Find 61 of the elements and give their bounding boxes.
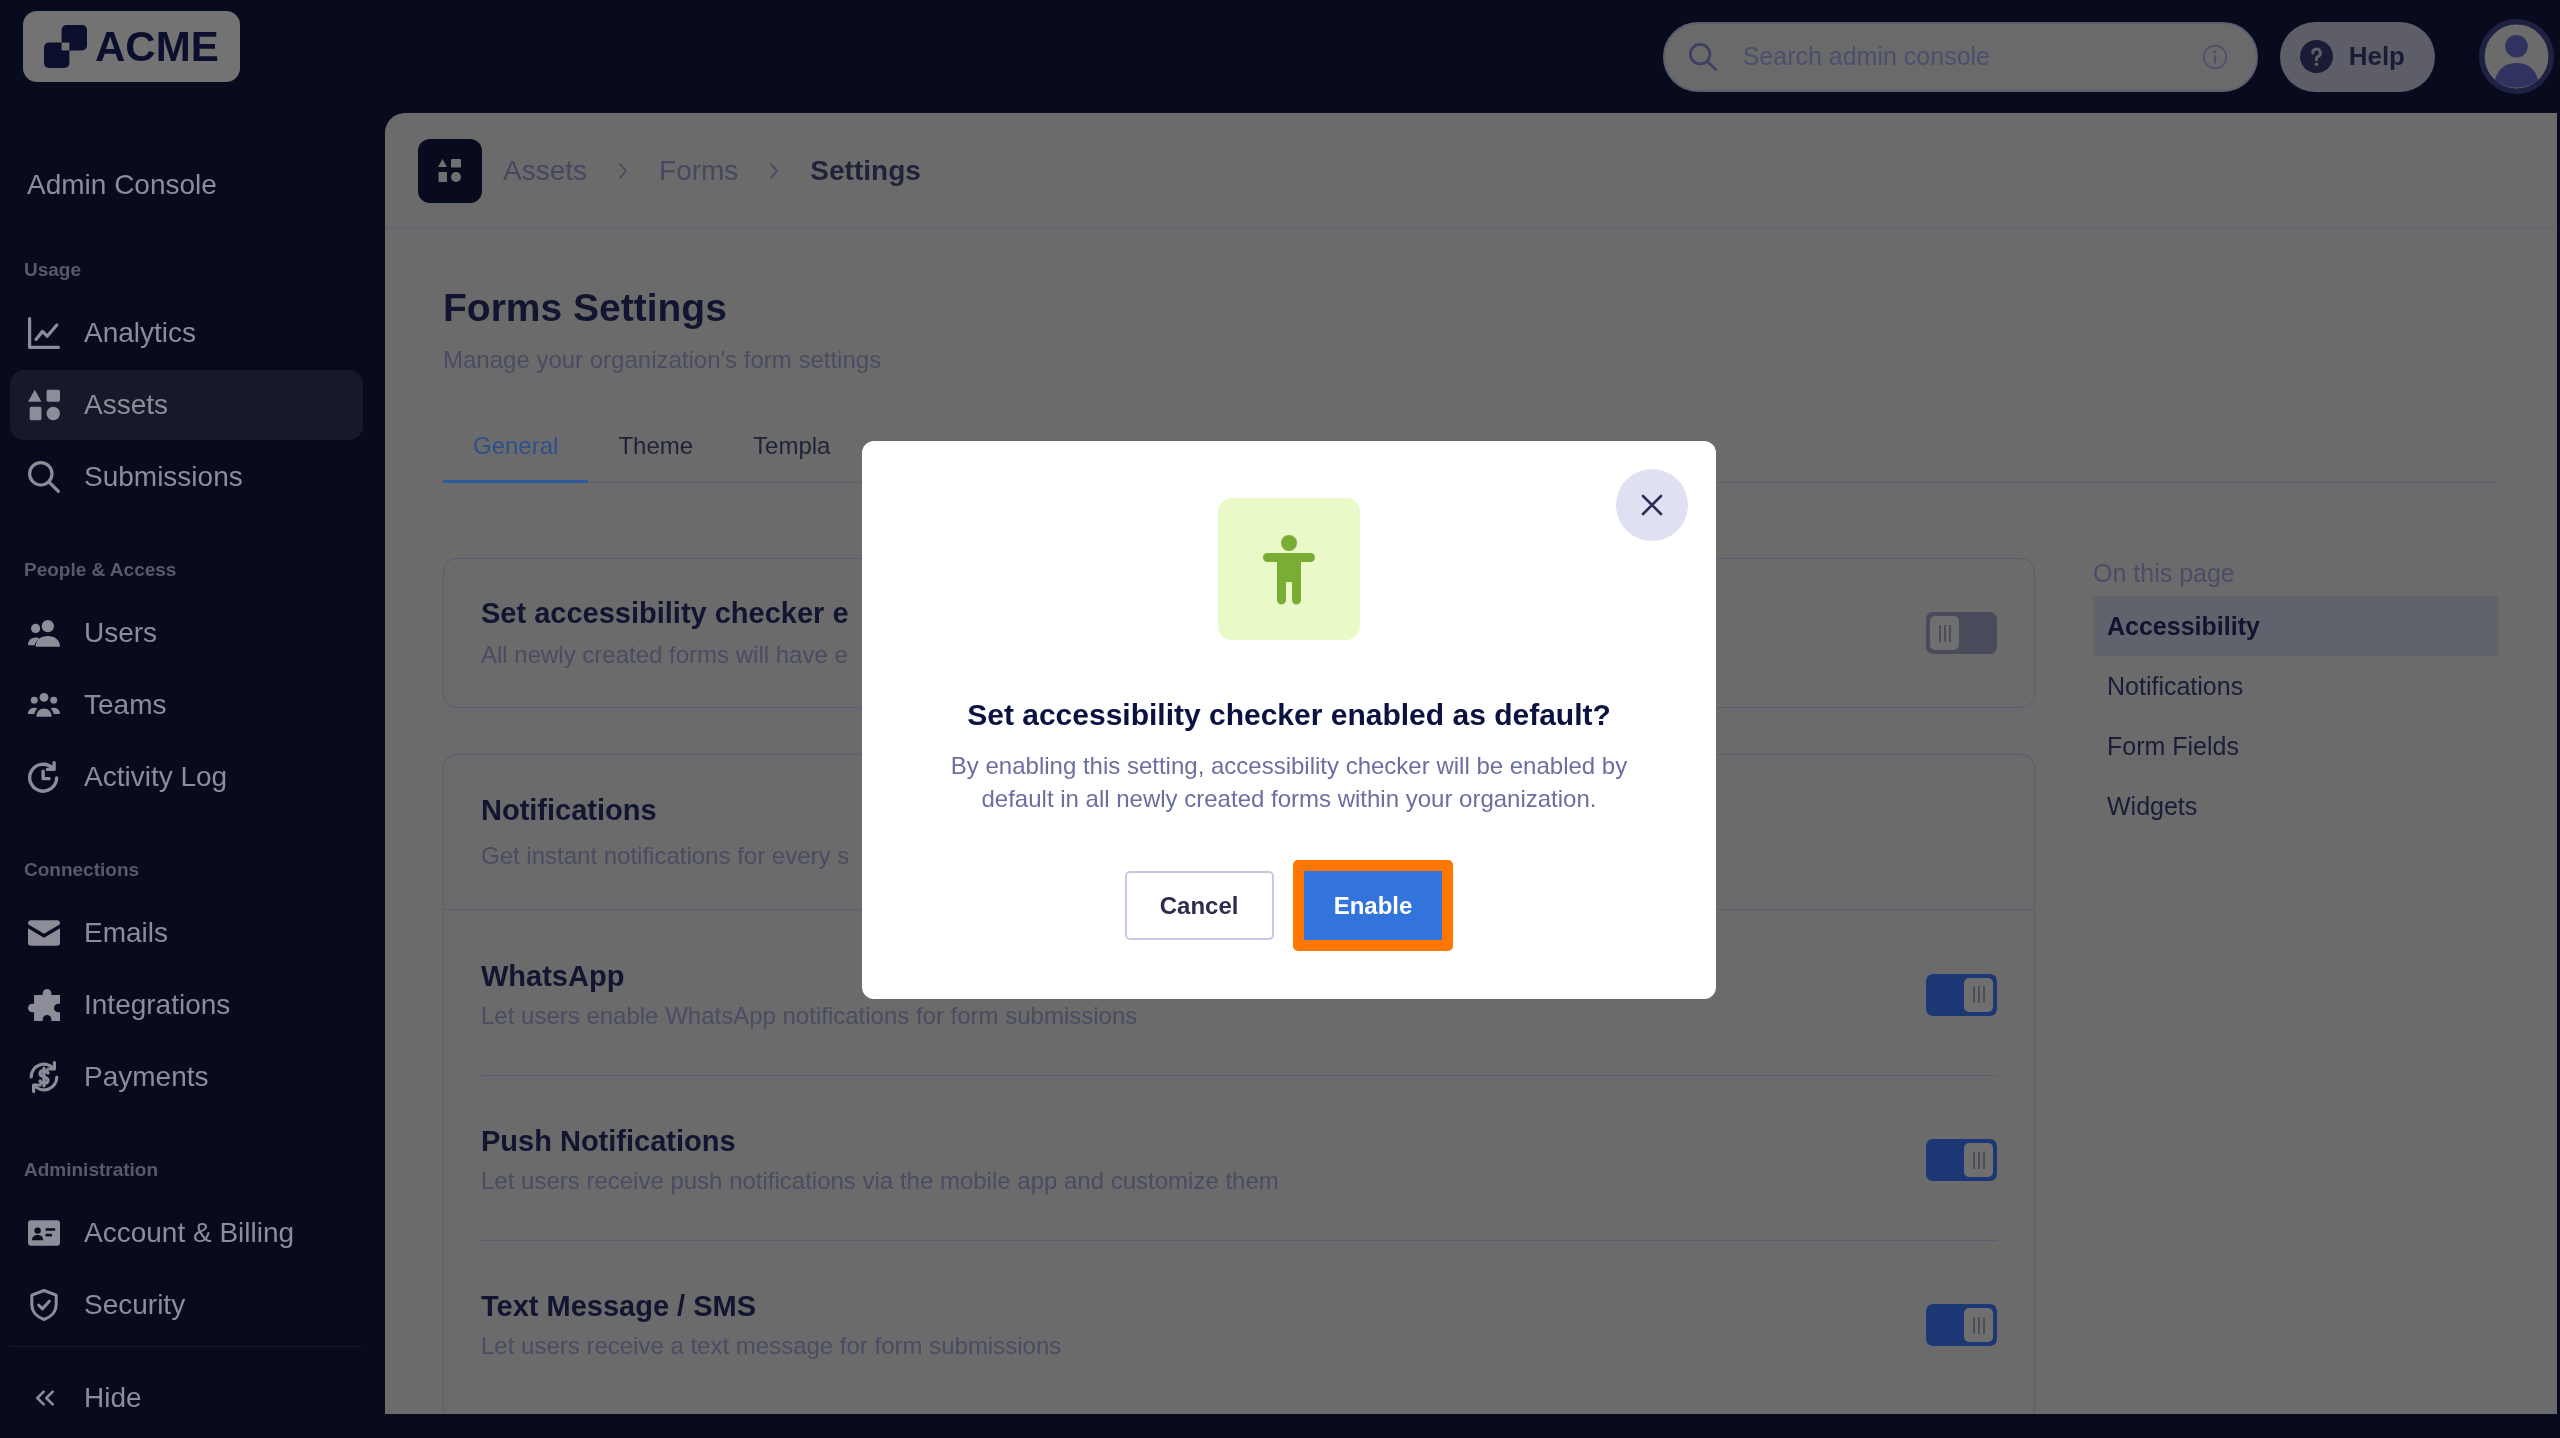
toggle-switch[interactable] — [1926, 973, 1997, 1016]
setting-title: Set accessibility checker e — [481, 596, 849, 631]
sidebar-item[interactable]: Account & Billing — [10, 1198, 363, 1268]
setting-title: Text Message / SMS — [481, 1289, 757, 1324]
search-icon — [1688, 42, 1717, 71]
chart-line-icon — [28, 317, 60, 349]
search-icon — [28, 461, 60, 493]
logo-text: ACME — [95, 25, 219, 68]
setting-title: WhatsApp — [481, 958, 625, 994]
page-title: Forms Settings — [443, 285, 727, 331]
sidebar-item[interactable]: Payments — [10, 1042, 363, 1112]
sidebar-item[interactable]: Teams — [10, 670, 363, 740]
sidebar-item[interactable]: Activity Log — [10, 742, 363, 812]
page-nav-item[interactable]: Widgets — [2093, 776, 2498, 836]
sidebar-item[interactable]: Emails — [10, 898, 363, 968]
page-nav-item[interactable]: Accessibility — [2093, 596, 2498, 656]
puzzle-icon — [28, 989, 60, 1021]
logo-mark-icon — [44, 25, 87, 68]
accessibility-person-icon — [1218, 498, 1360, 640]
setting-title: Notifications — [481, 793, 657, 828]
sidebar-title: Admin Console — [26, 168, 217, 202]
shield-check-icon — [28, 1289, 60, 1321]
double-chevron-icon — [36, 1389, 54, 1406]
logo-badge[interactable]: ACME — [23, 11, 240, 82]
info-icon[interactable] — [2201, 43, 2228, 70]
chevron-right-icon — [618, 161, 629, 180]
page-nav-item[interactable]: Form Fields — [2093, 716, 2498, 776]
close-icon — [1641, 494, 1663, 516]
sidebar-section-label: People & Access — [24, 558, 177, 581]
dialog-message: By enabling this setting, accessibility checker will be enabled by default in all newly created forms within your organization. — [949, 751, 1629, 814]
dialog-title: Set accessibility checker enabled as default? — [967, 697, 1611, 733]
setting-title: Push Notifications — [481, 1124, 736, 1159]
chevron-right-icon — [769, 161, 780, 180]
sidebar-item[interactable]: Submissions — [10, 442, 363, 512]
sidebar-section-label: Usage — [24, 258, 82, 281]
confirm-button[interactable]: Enable — [1292, 860, 1454, 951]
tab[interactable]: Theme — [588, 409, 724, 483]
clock-history-icon — [28, 761, 60, 793]
shapes-icon — [28, 389, 60, 421]
toggle-switch[interactable] — [1926, 1139, 1997, 1181]
users-icon — [28, 617, 60, 649]
page-nav-item[interactable]: Notifications — [2093, 656, 2498, 716]
sidebar-item[interactable]: Assets — [10, 370, 363, 440]
sidebar-section-label: Administration — [24, 1158, 159, 1181]
avatar-icon[interactable] — [2479, 19, 2554, 94]
sidebar-item[interactable]: Integrations — [10, 970, 363, 1040]
sidebar-section-label: Connections — [24, 858, 140, 881]
shapes-icon — [418, 138, 482, 203]
tab[interactable]: Templa — [723, 409, 861, 483]
dollar-cycle-icon — [28, 1061, 60, 1093]
hide-button[interactable]: Hide — [10, 1346, 363, 1438]
question-circle-icon — [2299, 40, 2333, 73]
id-card-icon — [28, 1217, 60, 1249]
sidebar-item[interactable]: Users — [10, 598, 363, 668]
sidebar-item[interactable]: Security — [10, 1270, 363, 1340]
sidebar-item[interactable]: Analytics — [10, 298, 363, 368]
envelope-icon — [28, 917, 60, 949]
cancel-button[interactable]: Cancel — [1124, 871, 1274, 940]
toggle-switch[interactable] — [1926, 612, 1997, 654]
breadcrumb-current: Settings — [810, 154, 921, 187]
toggle-switch[interactable] — [1926, 1304, 1997, 1346]
